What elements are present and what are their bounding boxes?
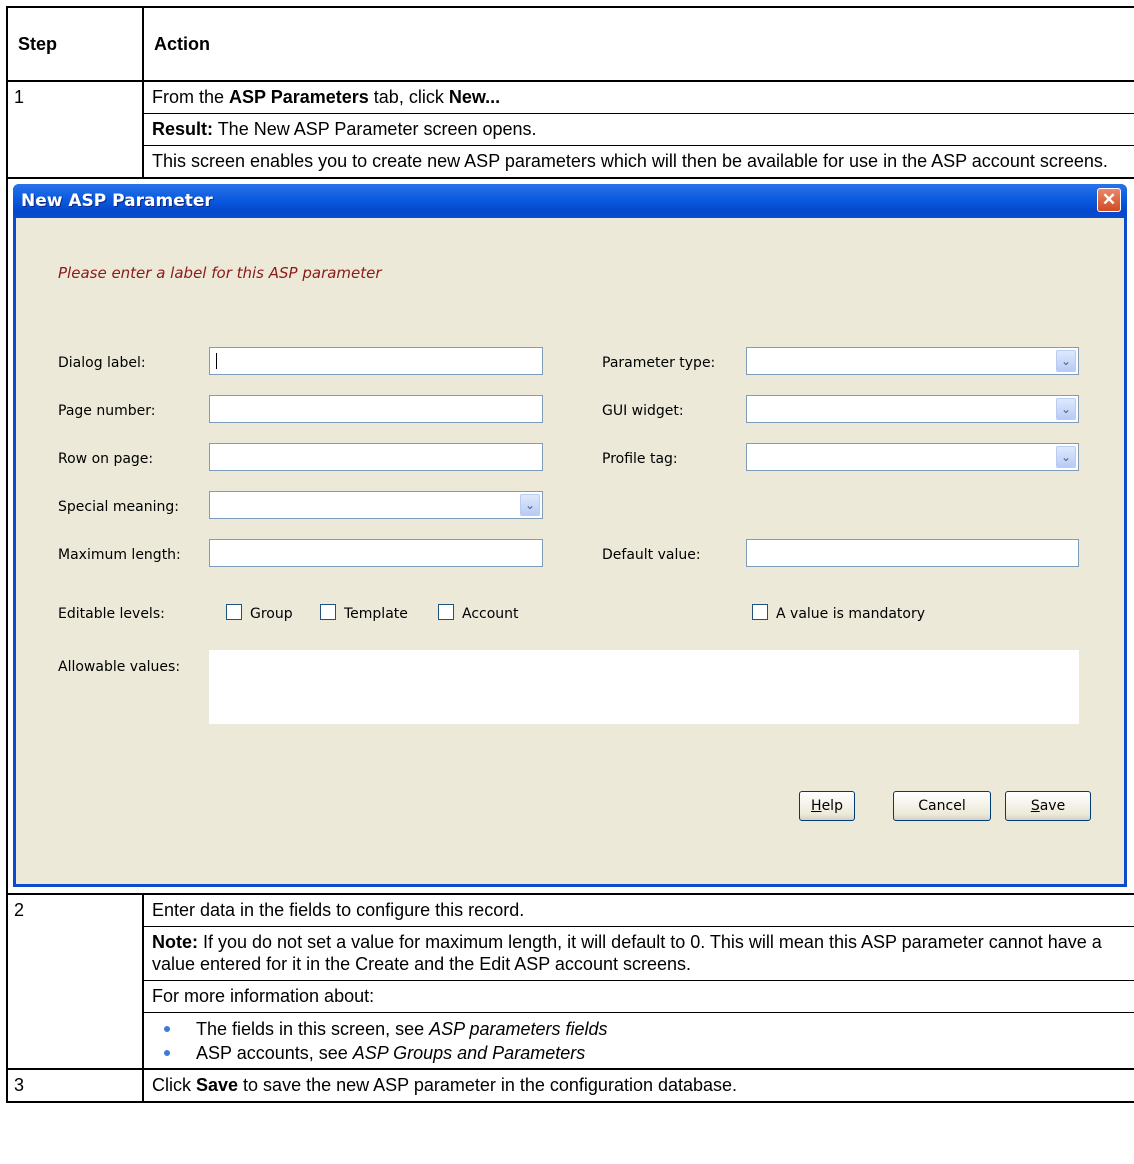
help-mnemonic: H	[811, 798, 822, 814]
action-cell: From the ASP Parameters tab, click New..…	[142, 80, 1134, 179]
maximum-length-label: Maximum length:	[58, 547, 181, 563]
page-number-label: Page number:	[58, 403, 156, 419]
text-caret	[216, 353, 217, 369]
maximum-length-input[interactable]	[209, 539, 543, 567]
close-icon[interactable]: ✕	[1097, 188, 1121, 212]
step-cell: 3	[6, 1068, 144, 1103]
parameter-type-select[interactable]: ⌄	[746, 347, 1079, 375]
cancel-button[interactable]: Cancel	[893, 791, 991, 821]
dialog-label-label: Dialog label:	[58, 355, 146, 371]
table-header-row: Step Action	[6, 6, 1134, 82]
text: If you do not set a value for maximum le…	[152, 932, 1102, 974]
help-label: elp	[821, 798, 843, 814]
save-mnemonic: S	[1030, 798, 1040, 814]
chevron-down-icon[interactable]: ⌄	[1056, 446, 1076, 468]
page-number-input[interactable]	[209, 395, 543, 423]
help-button[interactable]: Help	[799, 791, 855, 821]
dialog-label-input[interactable]	[209, 347, 543, 375]
step-number: 1	[14, 87, 25, 107]
editable-levels-label: Editable levels:	[58, 606, 165, 622]
result-label: Result:	[152, 119, 214, 139]
group-checkbox-label: Group	[250, 606, 293, 622]
row-on-page-input[interactable]	[209, 443, 543, 471]
template-checkbox-label: Template	[344, 606, 408, 622]
description-paragraph: This screen enables you to create new AS…	[152, 151, 1108, 171]
instruction-paragraph: Click Save to save the new ASP parameter…	[144, 1070, 1134, 1101]
result-paragraph: Result: The New ASP Parameter screen ope…	[144, 114, 1134, 146]
row-on-page-label: Row on page:	[58, 451, 154, 467]
instruction-paragraph: Enter data in the fields to configure th…	[144, 895, 1134, 927]
step-number: 2	[14, 900, 25, 920]
note-label: Note:	[152, 932, 198, 952]
bold-text: Save	[196, 1075, 239, 1095]
table-row: 1 From the ASP Parameters tab, click New…	[6, 80, 1134, 179]
text: tab, click	[368, 87, 449, 107]
list-item: ASP accounts, see ASP Groups and Paramet…	[152, 1041, 1129, 1065]
text: to save the new ASP parameter in the con…	[238, 1075, 738, 1095]
reference-link[interactable]: ASP Groups and Parameters	[353, 1043, 585, 1063]
step-header: Step	[6, 6, 144, 82]
action-header: Action	[142, 6, 1134, 82]
screenshot-row: New ASP Parameter ✕ Please enter a label…	[6, 177, 1134, 895]
allowable-values-textarea[interactable]	[209, 650, 1079, 724]
action-cell: Enter data in the fields to configure th…	[142, 893, 1134, 1070]
screenshot-cell: New ASP Parameter ✕ Please enter a label…	[6, 177, 1134, 895]
gui-widget-label: GUI widget:	[602, 403, 684, 419]
more-info-paragraph: For more information about:	[144, 981, 1134, 1013]
list-item: The fields in this screen, see ASP param…	[152, 1017, 1129, 1041]
new-asp-parameter-dialog: New ASP Parameter ✕ Please enter a label…	[13, 184, 1127, 887]
template-checkbox[interactable]	[320, 604, 336, 620]
chevron-down-icon[interactable]: ⌄	[1056, 398, 1076, 420]
prompt-message: Please enter a label for this ASP parame…	[58, 264, 382, 282]
chevron-down-icon[interactable]: ⌄	[520, 494, 540, 516]
step-cell: 2	[6, 893, 144, 1070]
profile-tag-label: Profile tag:	[602, 451, 678, 467]
parameter-type-label: Parameter type:	[602, 355, 716, 371]
table-row: 3 Click Save to save the new ASP paramet…	[6, 1068, 1134, 1103]
text: The New ASP Parameter screen opens.	[213, 119, 537, 139]
mandatory-checkbox-label: A value is mandatory	[776, 606, 926, 622]
bold-text: ASP Parameters	[229, 87, 369, 107]
default-value-label: Default value:	[602, 547, 701, 563]
dialog-title-bar[interactable]: New ASP Parameter ✕	[13, 184, 1127, 218]
note-paragraph: Note: If you do not set a value for maxi…	[144, 927, 1134, 981]
special-meaning-select[interactable]: ⌄	[209, 491, 543, 519]
group-checkbox[interactable]	[226, 604, 242, 620]
document: Step Action 1 From the ASP Parameters ta…	[6, 6, 1134, 1103]
step-number: 3	[14, 1075, 25, 1095]
instruction-paragraph: From the ASP Parameters tab, click New..…	[144, 82, 1134, 114]
gui-widget-select[interactable]: ⌄	[746, 395, 1079, 423]
mandatory-checkbox[interactable]	[752, 604, 768, 620]
text: The fields in this screen, see	[196, 1019, 430, 1039]
steps-table: Step Action 1 From the ASP Parameters ta…	[6, 6, 1134, 1103]
profile-tag-select[interactable]: ⌄	[746, 443, 1079, 471]
text: Click	[152, 1075, 196, 1095]
table-row: 2 Enter data in the fields to configure …	[6, 893, 1134, 1070]
reference-link[interactable]: ASP parameters fields	[429, 1019, 607, 1039]
save-button[interactable]: Save	[1005, 791, 1091, 821]
allowable-values-label: Allowable values:	[58, 659, 181, 675]
bold-text: New...	[448, 87, 501, 107]
chevron-down-icon[interactable]: ⌄	[1056, 350, 1076, 372]
default-value-input[interactable]	[746, 539, 1079, 567]
text: From the	[152, 87, 230, 107]
account-checkbox[interactable]	[438, 604, 454, 620]
text: ASP accounts, see	[196, 1043, 353, 1063]
save-label: ave	[1039, 798, 1066, 814]
dialog-title: New ASP Parameter	[21, 191, 213, 211]
special-meaning-label: Special meaning:	[58, 499, 179, 515]
step-cell: 1	[6, 80, 144, 179]
action-cell: Click Save to save the new ASP parameter…	[142, 1068, 1134, 1103]
account-checkbox-label: Account	[462, 606, 519, 622]
more-info-list: The fields in this screen, see ASP param…	[144, 1013, 1134, 1068]
